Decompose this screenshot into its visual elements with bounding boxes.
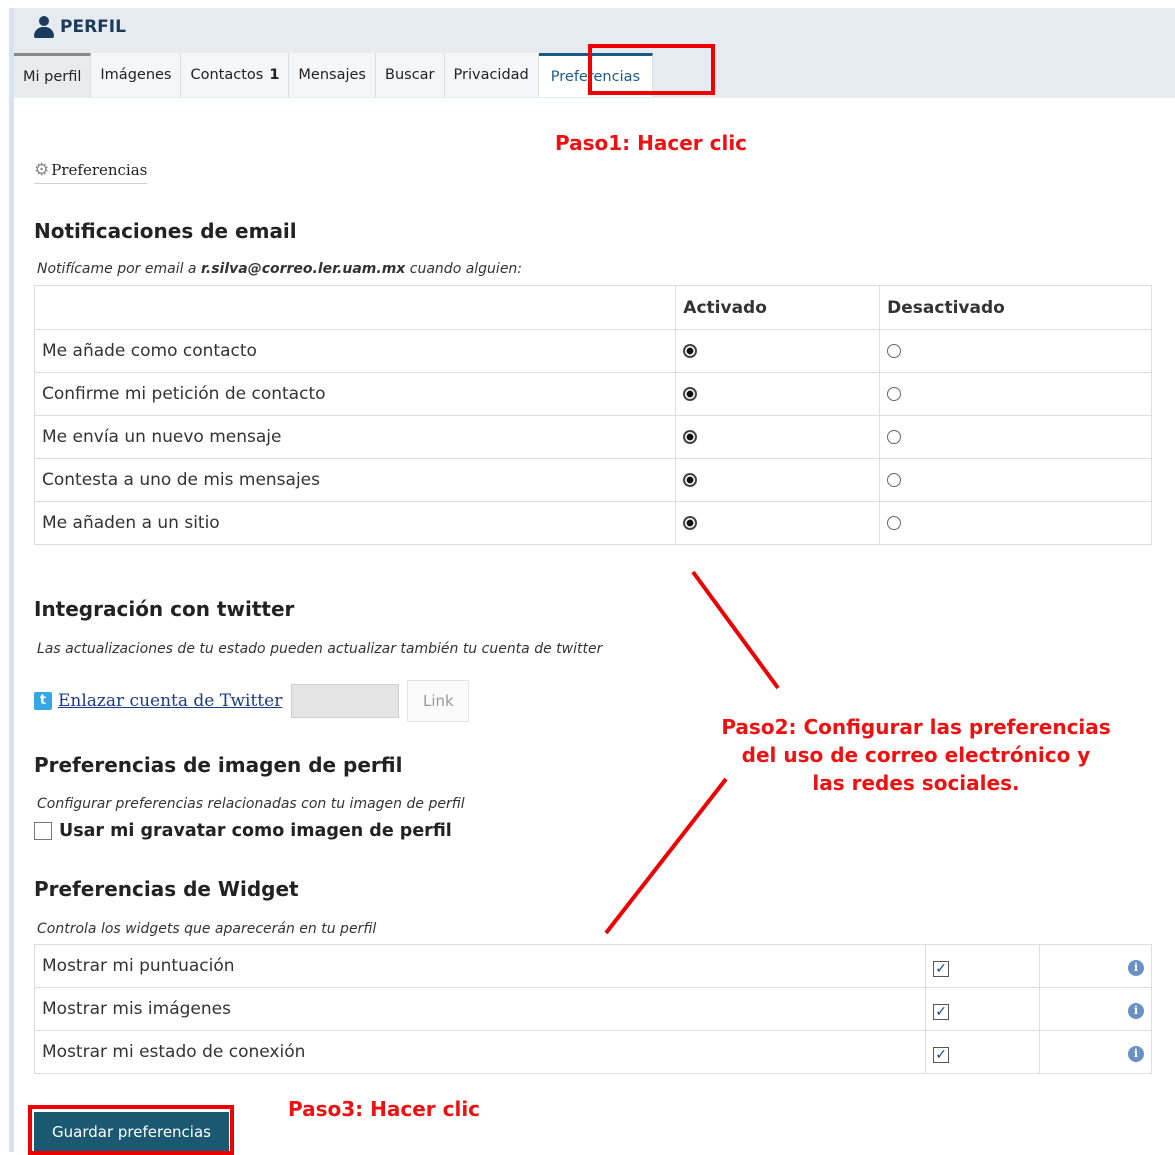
save-button-highlight xyxy=(28,1105,234,1155)
page: PERFIL Mi perfil Imágenes Contactos 1 Men… xyxy=(0,0,1175,1155)
arrow-line-upper xyxy=(691,570,780,690)
annotation-paso3: Paso3: Hacer clic xyxy=(288,1097,481,1121)
arrow-line-lower xyxy=(604,777,728,935)
annotation-arrows xyxy=(604,570,780,935)
